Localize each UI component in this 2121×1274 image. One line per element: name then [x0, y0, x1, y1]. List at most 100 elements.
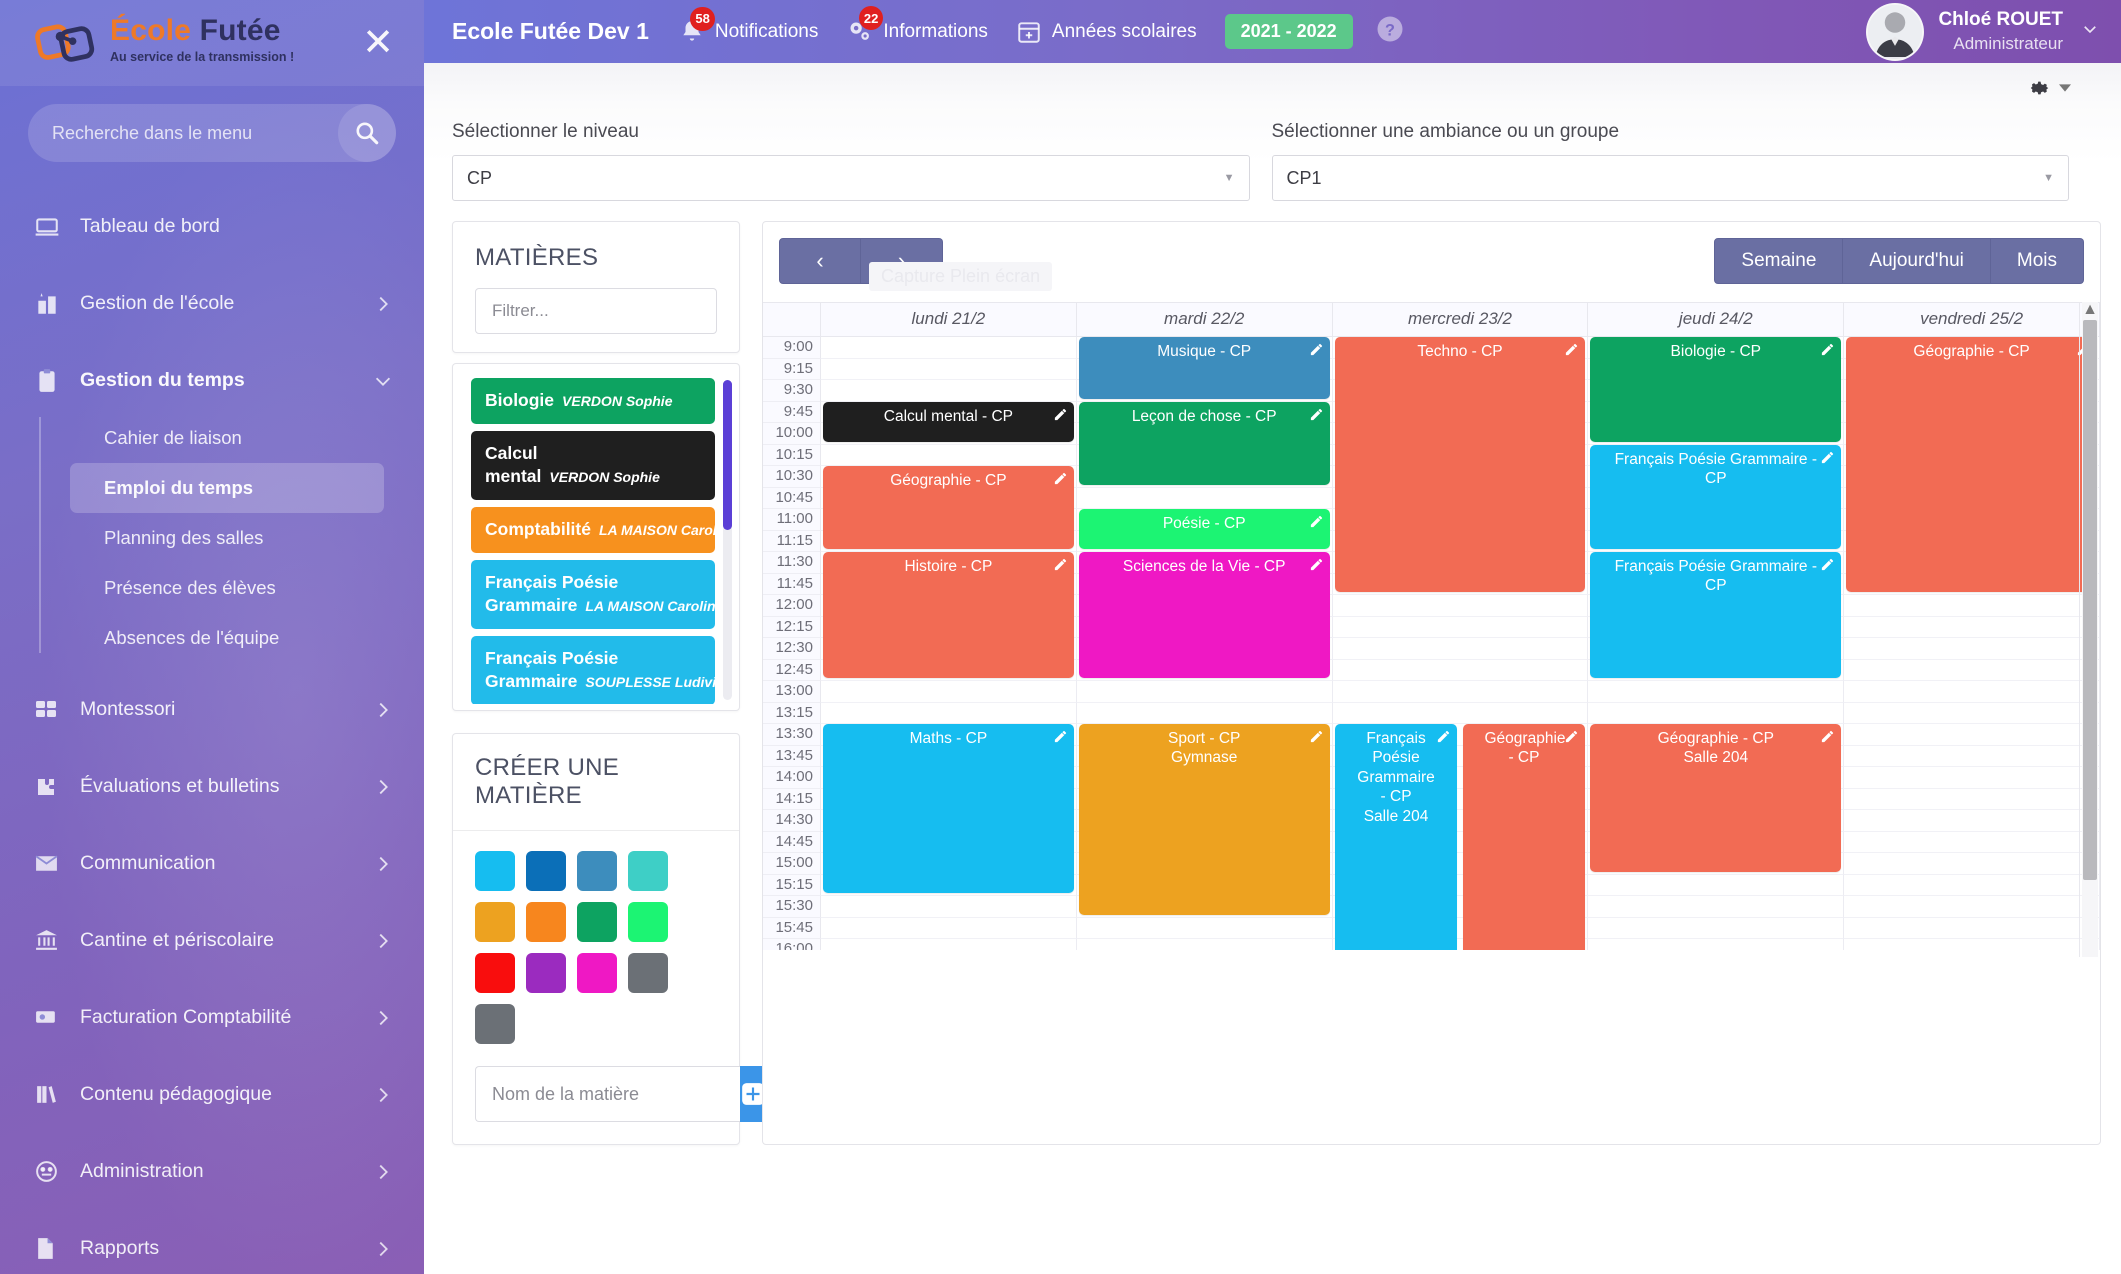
color-swatch[interactable]	[526, 902, 566, 942]
calendar-event[interactable]: Sport - CPGymnase	[1079, 724, 1330, 915]
sidebar-item-administration[interactable]: Administration	[0, 1133, 424, 1210]
subject-chip[interactable]: Calcul mentalVERDON Sophie	[471, 431, 715, 500]
color-swatches[interactable]	[453, 831, 739, 1052]
color-swatch[interactable]	[628, 851, 668, 891]
sidebar-item-montessori[interactable]: Montessori	[0, 671, 424, 748]
calendar-prev-button[interactable]: ‹	[779, 238, 861, 284]
subject-chip[interactable]: Français Poésie GrammaireSOUPLESSE Ludiv…	[471, 636, 715, 704]
calendar-scrollbar[interactable]: ▲	[2082, 302, 2098, 957]
sidebar-item-emploi-du-temps[interactable]: Emploi du temps	[70, 463, 384, 513]
subject-name-input[interactable]	[475, 1066, 740, 1122]
sidebar-item-rapports[interactable]: Rapports	[0, 1210, 424, 1274]
close-sidebar-icon[interactable]: ✕	[358, 24, 398, 62]
color-swatch[interactable]	[628, 953, 668, 993]
calendar-event[interactable]: Géographie - CP	[823, 466, 1074, 549]
calendar-event[interactable]: Calcul mental - CP	[823, 402, 1074, 442]
subject-chip[interactable]: Français Poésie GrammaireLA MAISON Carol…	[471, 560, 715, 629]
edit-pencil-icon[interactable]	[1820, 557, 1835, 577]
school-year-pill[interactable]: 2021 - 2022	[1225, 14, 1353, 49]
group-select[interactable]: CP1 ▼	[1272, 155, 2070, 201]
chevron-down-icon[interactable]	[2081, 20, 2099, 43]
brand-logo[interactable]: École Futée Au service de la transmissio…	[34, 16, 294, 70]
menu-search-input[interactable]	[28, 123, 338, 144]
calendar-event[interactable]: Français Poésie Grammaire - CPSalle 204	[1335, 724, 1458, 950]
sidebar-item-contenu-pedagogique[interactable]: Contenu pédagogique	[0, 1056, 424, 1133]
subjects-scrollbar[interactable]	[723, 380, 732, 700]
edit-pencil-icon[interactable]	[1436, 729, 1451, 749]
user-menu[interactable]: Chloé ROUET Administrateur	[1866, 3, 2099, 61]
sidebar-item-planning-des-salles[interactable]: Planning des salles	[70, 513, 384, 563]
edit-pencil-icon[interactable]	[1309, 729, 1324, 749]
color-swatch[interactable]	[628, 902, 668, 942]
calendar-event[interactable]: Maths - CP	[823, 724, 1074, 893]
calendar-event[interactable]: Français Poésie Grammaire - CP	[1590, 552, 1841, 678]
calendar-event[interactable]: Musique - CP	[1079, 337, 1330, 399]
calendar-event[interactable]: Techno - CP	[1335, 337, 1586, 592]
calendar-event[interactable]: Leçon de chose - CP	[1079, 402, 1330, 485]
calendar-body[interactable]: 9:009:159:309:4510:0010:1510:3010:4511:0…	[763, 337, 2100, 950]
sidebar-item-presence-des-eleves[interactable]: Présence des élèves	[70, 563, 384, 613]
calendar-view-week-button[interactable]: Semaine	[1714, 238, 1843, 284]
color-swatch[interactable]	[475, 953, 515, 993]
edit-pencil-icon[interactable]	[1564, 342, 1579, 362]
calendar-view-month-button[interactable]: Mois	[1991, 238, 2084, 284]
edit-pencil-icon[interactable]	[1820, 729, 1835, 749]
calendar-event[interactable]: Français Poésie Grammaire - CP	[1590, 445, 1841, 550]
sidebar-item-cahier-de-liaison[interactable]: Cahier de liaison	[70, 413, 384, 463]
avatar-icon	[1868, 3, 1922, 59]
subject-chip[interactable]: ComptabilitéLA MAISON Caroline	[471, 507, 715, 553]
edit-pencil-icon[interactable]	[1309, 557, 1324, 577]
color-swatch[interactable]	[577, 851, 617, 891]
calendar-event[interactable]: Biologie - CP	[1590, 337, 1841, 442]
calendar-time-label: 10:45	[763, 488, 821, 510]
calendar-event[interactable]: Géographie - CP	[1846, 337, 2097, 592]
subjects-filter-input[interactable]	[475, 288, 717, 334]
subjects-list[interactable]: BiologieVERDON Sophie Calcul mentalVERDON…	[471, 378, 723, 704]
sidebar-item-absences-de-lequipe[interactable]: Absences de l'équipe	[70, 613, 384, 663]
subject-chip[interactable]: BiologieVERDON Sophie	[471, 378, 715, 424]
color-swatch[interactable]	[526, 953, 566, 993]
edit-pencil-icon[interactable]	[1820, 342, 1835, 362]
notifications-button[interactable]: 58 Notifications	[679, 19, 819, 45]
edit-pencil-icon[interactable]	[1053, 407, 1068, 427]
scroll-up-icon[interactable]: ▲	[2082, 302, 2098, 318]
color-swatch[interactable]	[475, 851, 515, 891]
edit-pencil-icon[interactable]	[1309, 514, 1324, 534]
edit-pencil-icon[interactable]	[1820, 450, 1835, 470]
informations-label: Informations	[883, 21, 988, 43]
edit-pencil-icon[interactable]	[1564, 729, 1579, 749]
sidebar-item-tableau-de-bord[interactable]: Tableau de bord	[0, 188, 424, 265]
calendar-event[interactable]: Géographie - CPSalle 204	[1590, 724, 1841, 872]
color-swatch[interactable]	[475, 1004, 515, 1044]
calendar-time-label: 10:00	[763, 423, 821, 445]
edit-pencil-icon[interactable]	[1053, 471, 1068, 491]
calendar-event[interactable]: Sciences de la Vie - CP	[1079, 552, 1330, 678]
color-swatch[interactable]	[577, 953, 617, 993]
calendar-next-button[interactable]: ›	[861, 238, 943, 284]
sidebar-item-evaluations-et-bulletins[interactable]: Évaluations et bulletins	[0, 748, 424, 825]
sidebar-item-cantine-et-periscolaire[interactable]: Cantine et périscolaire	[0, 902, 424, 979]
calendar-event[interactable]: Histoire - CP	[823, 552, 1074, 678]
calendar-scrollbar-thumb[interactable]	[2083, 320, 2097, 880]
calendar-view-today-button[interactable]: Aujourd'hui	[1843, 238, 1990, 284]
sidebar-item-gestion-de-lecole[interactable]: Gestion de l'école	[0, 265, 424, 342]
color-swatch[interactable]	[475, 902, 515, 942]
color-swatch[interactable]	[526, 851, 566, 891]
informations-button[interactable]: 22 Informations	[846, 18, 988, 45]
edit-pencil-icon[interactable]	[1309, 407, 1324, 427]
edit-pencil-icon[interactable]	[1309, 342, 1324, 362]
search-button[interactable]	[338, 104, 396, 162]
calendar-event[interactable]: Géographie - CP	[1463, 724, 1586, 950]
calendar-event[interactable]: Poésie - CP	[1079, 509, 1330, 549]
sidebar-item-communication[interactable]: Communication	[0, 825, 424, 902]
subjects-scrollbar-thumb[interactable]	[723, 380, 732, 530]
color-swatch[interactable]	[577, 902, 617, 942]
sidebar-item-gestion-du-temps[interactable]: Gestion du temps	[0, 342, 424, 419]
sidebar-item-facturation-comptabilite[interactable]: Facturation Comptabilité	[0, 979, 424, 1056]
page-settings-button[interactable]	[2029, 77, 2071, 99]
level-select[interactable]: CP ▼	[452, 155, 1250, 201]
help-button[interactable]: ?	[1375, 14, 1405, 49]
edit-pencil-icon[interactable]	[1053, 729, 1068, 749]
school-years-button[interactable]: Années scolaires	[1016, 19, 1197, 45]
edit-pencil-icon[interactable]	[1053, 557, 1068, 577]
